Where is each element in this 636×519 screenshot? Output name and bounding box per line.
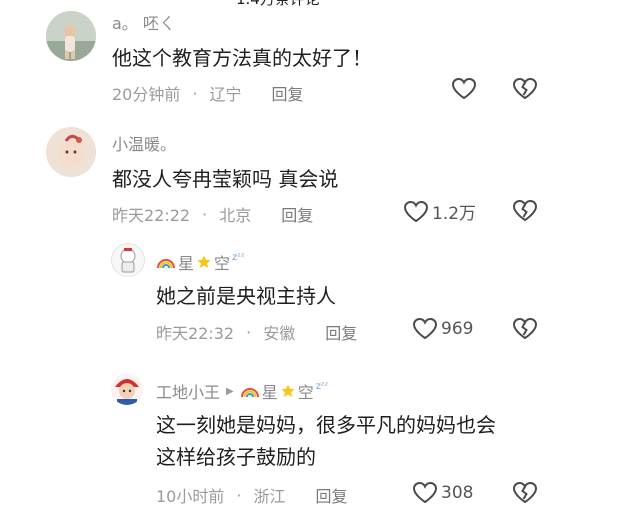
like-button[interactable]: 1.2万: [403, 199, 476, 224]
comment-meta: 昨天22:22 · 北京 回复: [112, 202, 313, 226]
rainbow-icon: [240, 388, 259, 398]
username-text-tail: 空: [214, 254, 231, 273]
comment-time: 昨天22:32: [156, 324, 235, 343]
comment-meta: 20分钟前 · 辽宁 回复: [112, 81, 304, 105]
comment-count-title: 1.4万条评论: [236, 0, 320, 9]
username[interactable]: 工地小王 ▶ 星 空 zᶻᶻ: [156, 379, 328, 403]
rainbow-icon: [157, 259, 175, 269]
avatar[interactable]: [46, 127, 96, 177]
avatar-robot-icon: [112, 244, 144, 276]
avatar-photo-icon: [46, 11, 96, 61]
reply-button[interactable]: 回复: [325, 320, 357, 344]
heart-icon: [403, 200, 429, 222]
username-text: 工地小王: [156, 383, 221, 402]
comment-time: 10小时前: [156, 487, 225, 506]
dislike-button[interactable]: [512, 77, 538, 101]
username[interactable]: 星 空 zᶻᶻ: [156, 250, 245, 274]
comment-text: 他这个教育方法真的太好了！: [112, 46, 372, 70]
reply-to-name: 星: [261, 383, 278, 402]
username[interactable]: a。 呸ㄑ: [112, 10, 175, 34]
dislike-button[interactable]: [512, 199, 538, 223]
broken-heart-icon: [512, 199, 538, 222]
star-icon: [197, 255, 211, 268]
reply-button[interactable]: 回复: [281, 202, 313, 226]
avatar[interactable]: [46, 11, 96, 61]
comment-text: 都没人夸冉莹颖吗 真会说: [112, 167, 339, 191]
sleep-zzz-icon: zᶻᶻ: [232, 251, 245, 263]
like-button[interactable]: 308: [412, 481, 473, 505]
broken-heart-icon: [512, 317, 538, 340]
comment-meta: 昨天22:32 · 安徽 回复: [156, 320, 357, 344]
like-count: 969: [441, 319, 474, 339]
comment-text: 她之前是央视主持人: [156, 284, 336, 308]
comment-text-line-2: 这样给孩子鼓励的: [156, 445, 316, 469]
like-count: 308: [441, 483, 474, 503]
comment-location: 安徽: [263, 324, 296, 343]
heart-icon: [412, 481, 438, 504]
reply-to-name-tail: 空: [297, 383, 314, 402]
dislike-button[interactable]: [512, 481, 538, 505]
like-button[interactable]: 969: [412, 317, 473, 341]
sleep-zzz-icon: zᶻᶻ: [315, 380, 329, 392]
avatar[interactable]: [111, 373, 143, 405]
like-count: 1.2万: [432, 204, 477, 224]
avatar-photo-icon: [46, 127, 96, 177]
heart-icon: [412, 317, 438, 340]
broken-heart-icon: [512, 481, 538, 504]
comment-location: 浙江: [253, 487, 286, 506]
broken-heart-icon: [512, 77, 538, 100]
reply-to-user[interactable]: 星 空 zᶻᶻ: [240, 379, 329, 403]
comment-location: 辽宁: [209, 85, 242, 104]
reply-button[interactable]: 回复: [315, 483, 347, 507]
comment-time: 20分钟前: [112, 85, 181, 104]
reply-arrow-icon: ▶: [226, 385, 234, 397]
comment-text-line-1: 这一刻她是妈妈，很多平凡的妈妈也会: [156, 413, 496, 437]
comment-time: 昨天22:22: [112, 206, 191, 225]
comment-meta: 10小时前 · 浙江 回复: [156, 483, 348, 507]
avatar-cartoon-icon: [111, 373, 143, 405]
heart-icon: [451, 77, 477, 100]
dislike-button[interactable]: [512, 317, 538, 341]
username-text: 星: [178, 254, 195, 273]
like-button[interactable]: [451, 77, 480, 101]
username[interactable]: 小温暖。: [112, 131, 176, 155]
reply-button[interactable]: 回复: [271, 81, 303, 105]
avatar[interactable]: [111, 243, 145, 277]
comment-location: 北京: [219, 206, 252, 225]
star-icon: [281, 384, 295, 397]
